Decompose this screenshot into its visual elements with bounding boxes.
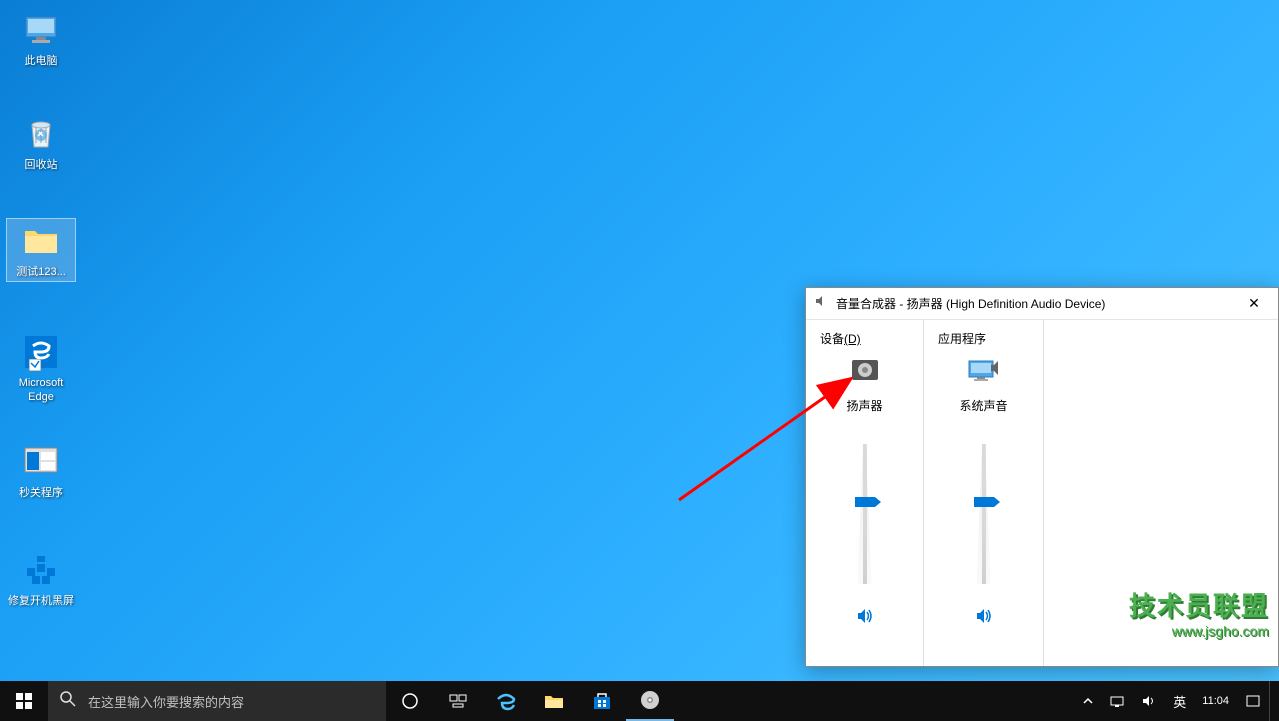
- system-sounds-item: 系统声音: [924, 357, 1043, 628]
- system-tray: 英 11:04: [1075, 681, 1279, 721]
- this-pc-label: 此电脑: [25, 54, 58, 68]
- test-folder-label: 测试123...: [16, 265, 66, 279]
- device-section-header: 设备(D): [806, 330, 923, 357]
- show-desktop-button[interactable]: [1269, 681, 1275, 721]
- search-box[interactable]: 在这里输入你要搜索的内容: [48, 681, 386, 721]
- window-title: 音量合成器 - 扬声器 (High Definition Audio Devic…: [836, 295, 1234, 312]
- speaker-device-item: 扬声器: [806, 357, 923, 628]
- repair-boot-icon: [21, 550, 61, 590]
- desktop-icon-repair-boot[interactable]: 修复开机黑屏: [6, 548, 76, 610]
- apps-section-header: 应用程序: [924, 330, 1043, 357]
- volume-mixer-window: 音量合成器 - 扬声器 (High Definition Audio Devic…: [805, 287, 1279, 667]
- disc-icon: [639, 689, 661, 711]
- desktop-icon-close-program[interactable]: 秒关程序: [6, 440, 76, 502]
- store-taskbar-icon: [591, 690, 613, 712]
- window-titlebar[interactable]: 音量合成器 - 扬声器 (High Definition Audio Devic…: [806, 288, 1278, 320]
- speaker-mute-button[interactable]: [853, 604, 877, 628]
- recycle-bin-label: 回收站: [25, 158, 58, 172]
- speaker-device-icon[interactable]: [847, 357, 883, 383]
- desktop-icon-edge[interactable]: Microsoft Edge: [6, 330, 76, 407]
- this-pc-icon: [21, 10, 61, 50]
- taskbar-running-app[interactable]: [626, 681, 674, 721]
- window-close-button[interactable]: ✕: [1234, 289, 1274, 319]
- system-sounds-icon[interactable]: [966, 357, 1002, 383]
- search-placeholder: 在这里输入你要搜索的内容: [88, 692, 244, 711]
- tray-notifications-icon[interactable]: [1237, 681, 1269, 721]
- folder-icon: [21, 221, 61, 261]
- mixer-content: 设备(D) 扬声器: [806, 320, 1278, 666]
- tray-chevron-icon[interactable]: [1075, 681, 1101, 721]
- task-view-button[interactable]: [434, 681, 482, 721]
- tray-network-icon[interactable]: [1101, 681, 1133, 721]
- tray-clock[interactable]: 11:04: [1194, 695, 1237, 707]
- cortana-button[interactable]: [386, 681, 434, 721]
- desktop[interactable]: 此电脑 回收站 测试123...: [0, 0, 1279, 681]
- tray-volume-icon[interactable]: [1133, 681, 1165, 721]
- desktop-icon-this-pc[interactable]: 此电脑: [6, 8, 76, 70]
- desktop-icon-test-folder[interactable]: 测试123...: [6, 218, 76, 282]
- apps-section: 应用程序 系统声音: [924, 320, 1044, 666]
- system-sounds-label: 系统声音: [959, 397, 1007, 414]
- volume-window-icon: [814, 294, 828, 313]
- search-icon: [60, 691, 76, 712]
- close-program-label: 秒关程序: [19, 486, 63, 500]
- cortana-icon: [401, 692, 419, 710]
- close-program-icon: [21, 442, 61, 482]
- recycle-bin-icon: [21, 114, 61, 154]
- speaker-volume-slider[interactable]: [856, 444, 874, 584]
- system-sounds-mute-button[interactable]: [972, 604, 996, 628]
- empty-section: [1044, 320, 1278, 666]
- device-section: 设备(D) 扬声器: [806, 320, 924, 666]
- taskbar-edge-button[interactable]: [482, 681, 530, 721]
- taskbar-store-button[interactable]: [578, 681, 626, 721]
- tray-ime-icon[interactable]: 英: [1165, 681, 1194, 721]
- taskbar-explorer-button[interactable]: [530, 681, 578, 721]
- windows-logo-icon: [16, 693, 32, 709]
- taskbar: 在这里输入你要搜索的内容: [0, 681, 1279, 721]
- edge-icon: [21, 332, 61, 372]
- edge-taskbar-icon: [494, 689, 518, 713]
- task-view-icon: [449, 692, 467, 710]
- start-button[interactable]: [0, 681, 48, 721]
- system-sounds-volume-slider[interactable]: [975, 444, 993, 584]
- folder-taskbar-icon: [543, 690, 565, 712]
- desktop-icon-recycle-bin[interactable]: 回收站: [6, 112, 76, 174]
- edge-label: Microsoft Edge: [8, 376, 74, 405]
- speaker-label: 扬声器: [846, 397, 882, 414]
- repair-boot-label: 修复开机黑屏: [8, 594, 74, 608]
